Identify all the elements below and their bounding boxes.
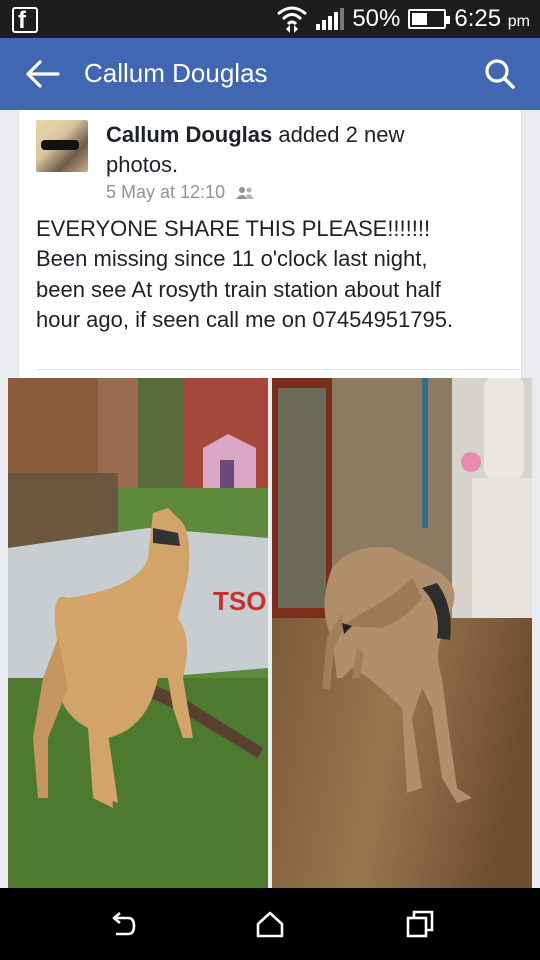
page-title: Callum Douglas xyxy=(84,58,268,88)
svg-text:TSO: TSO xyxy=(213,586,266,616)
signal-icon xyxy=(316,8,345,30)
feed-content: Callum Douglas added 2 new photos. 5 May… xyxy=(0,110,540,888)
facebook-notification-icon: f xyxy=(12,7,38,34)
clock-time: 6:25 xyxy=(454,5,502,32)
clock-suffix: pm xyxy=(507,13,530,30)
avatar-glasses xyxy=(41,140,79,150)
back-icon[interactable] xyxy=(106,908,138,940)
post-meta: 5 May at 12:10 xyxy=(106,182,255,203)
battery-fill xyxy=(412,13,428,25)
post-photo-dog-indoor[interactable] xyxy=(272,378,532,888)
post-author-line: Callum Douglas added 2 new photos. xyxy=(106,120,476,180)
battery-percent: 50% xyxy=(352,5,401,32)
post-photo-dog-garden[interactable]: TSO xyxy=(8,378,268,888)
search-icon[interactable] xyxy=(484,58,516,90)
friends-icon xyxy=(236,186,255,199)
author-name-link[interactable]: Callum Douglas xyxy=(106,122,272,147)
post-photos: TSO xyxy=(8,378,532,888)
recent-apps-icon[interactable] xyxy=(404,908,436,940)
clock: 6:25 pm xyxy=(454,5,530,33)
app-bar: Callum Douglas xyxy=(0,38,540,110)
wifi-icon xyxy=(277,6,308,33)
nav-bar xyxy=(0,888,540,960)
post-divider xyxy=(36,369,522,370)
battery-icon xyxy=(408,9,451,29)
status-indicators: 50% 6:25 pm xyxy=(276,4,530,34)
post-timestamp[interactable]: 5 May at 12:10 xyxy=(106,182,225,203)
avatar[interactable] xyxy=(36,120,88,172)
back-arrow-icon[interactable] xyxy=(24,58,60,90)
home-icon[interactable] xyxy=(254,908,286,940)
post-text: EVERYONE SHARE THIS PLEASE!!!!!!! Been m… xyxy=(36,216,454,332)
status-bar: f 50% 6:25 pm xyxy=(0,0,540,38)
